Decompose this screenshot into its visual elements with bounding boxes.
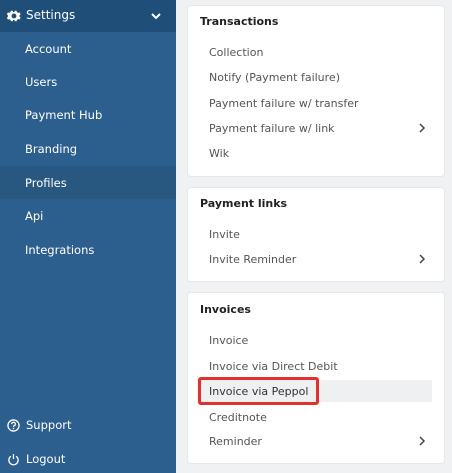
- template-row-payment-failure-link[interactable]: Payment failure w/ link: [197, 117, 432, 139]
- power-icon: [8, 453, 19, 465]
- template-row-reminder[interactable]: Reminder: [197, 430, 432, 452]
- sidebar-item-label: Branding: [25, 141, 78, 156]
- row-label: Invite: [209, 227, 240, 241]
- payment-links-card: Payment links Invite Invite Reminder: [188, 188, 444, 281]
- row-label: Creditnote: [209, 410, 267, 424]
- sidebar-item-profiles[interactable]: Profiles: [0, 166, 176, 199]
- template-row-wik[interactable]: Wik: [197, 142, 432, 164]
- template-row-collection[interactable]: Collection: [197, 41, 432, 63]
- template-row-payment-failure-transfer[interactable]: Payment failure w/ transfer: [197, 92, 432, 114]
- sidebar-item-label: Users: [25, 74, 58, 89]
- chevron-down-icon: [151, 13, 161, 20]
- card-title: Transactions: [200, 15, 279, 28]
- sidebar-item-api[interactable]: Api: [0, 199, 176, 232]
- sidebar-item-integrations[interactable]: Integrations: [0, 233, 176, 266]
- sidebar-item-label: Profiles: [25, 175, 67, 190]
- row-label: Invoice via Direct Debit: [209, 359, 338, 373]
- card-title: Payment links: [200, 197, 288, 210]
- row-label: Wik: [209, 146, 230, 160]
- sidebar: Settings Account Users Payment Hub Brand…: [0, 0, 176, 473]
- question-circle-icon: [7, 418, 20, 432]
- template-row-invoice[interactable]: Invoice: [197, 329, 432, 351]
- sidebar-item-label: Account: [25, 41, 72, 56]
- logout-label: Logout: [26, 452, 66, 466]
- sidebar-item-label: Integrations: [25, 242, 95, 257]
- template-row-notify-payment-failure[interactable]: Notify (Payment failure): [197, 66, 432, 88]
- row-label: Payment failure w/ link: [209, 121, 335, 135]
- sidebar-item-payment-hub[interactable]: Payment Hub: [0, 98, 176, 131]
- sidebar-item-users[interactable]: Users: [0, 65, 176, 98]
- gear-icon: [7, 10, 21, 22]
- logout-link[interactable]: Logout: [0, 446, 176, 472]
- card-title: Invoices: [200, 303, 251, 316]
- sidebar-item-account[interactable]: Account: [0, 32, 176, 65]
- row-label: Notify (Payment failure): [209, 70, 340, 84]
- template-row-creditnote[interactable]: Creditnote: [197, 406, 432, 428]
- chevron-right-icon: [419, 254, 426, 264]
- row-label: Invite Reminder: [209, 252, 297, 266]
- transactions-card: Transactions Collection Notify (Payment …: [188, 6, 444, 176]
- row-label: Reminder: [209, 434, 262, 448]
- template-row-invite[interactable]: Invite: [197, 223, 432, 245]
- settings-title: Settings: [26, 8, 76, 22]
- chevron-right-icon: [419, 123, 426, 133]
- support-link[interactable]: Support: [0, 412, 176, 438]
- settings-header[interactable]: Settings: [0, 0, 176, 32]
- template-row-invite-reminder[interactable]: Invite Reminder: [197, 248, 432, 270]
- row-label: Collection: [209, 45, 264, 59]
- sidebar-item-label: Payment Hub: [25, 107, 103, 122]
- selection-highlight: [198, 377, 319, 405]
- sidebar-item-label: Api: [25, 208, 44, 223]
- template-row-invoice-direct-debit[interactable]: Invoice via Direct Debit: [197, 355, 432, 377]
- support-label: Support: [26, 418, 72, 432]
- sidebar-item-branding[interactable]: Branding: [0, 132, 176, 165]
- row-label: Invoice: [209, 333, 249, 347]
- row-label: Payment failure w/ transfer: [209, 96, 359, 110]
- chevron-right-icon: [419, 436, 426, 446]
